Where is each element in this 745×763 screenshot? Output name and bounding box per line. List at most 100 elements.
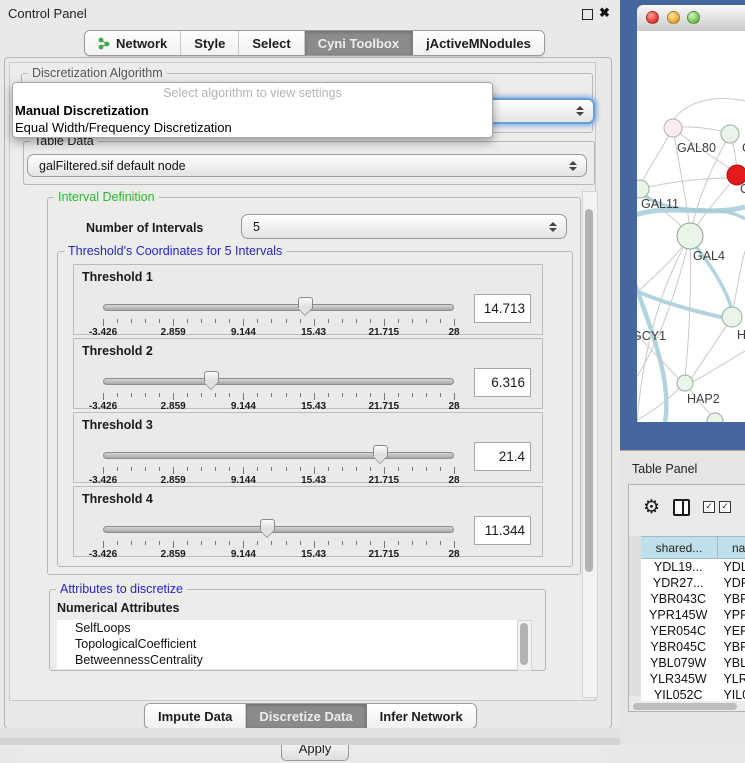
network-node[interactable] (664, 119, 682, 137)
table-row[interactable]: YLR345WYLR3 (641, 671, 745, 687)
cell-name[interactable]: YER0 (715, 623, 745, 639)
tab-discretize-data[interactable]: Discretize Data (246, 704, 366, 728)
network-edge[interactable] (637, 383, 685, 422)
scrollbar-thumb[interactable] (520, 623, 528, 665)
threshold-value-field[interactable]: 11.344 (474, 516, 531, 545)
cell-shared-name[interactable]: YDR27... (641, 575, 715, 591)
threshold-slider[interactable]: -3.4262.8599.14415.4321.71528 (103, 520, 454, 556)
cell-name[interactable]: YBR0 (715, 591, 745, 607)
slider-track[interactable] (103, 526, 454, 533)
slider-tick-label: 2.859 (148, 475, 198, 486)
tab-impute-data[interactable]: Impute Data (145, 704, 246, 728)
list-item[interactable]: TopologicalCoefficient (57, 636, 517, 652)
table-row[interactable]: YER054CYER0 (641, 623, 745, 639)
network-node[interactable] (707, 413, 723, 422)
cell-name[interactable]: YDR2 (715, 575, 745, 591)
cell-name[interactable]: YLR3 (715, 671, 745, 687)
cell-shared-name[interactable]: YER054C (641, 623, 715, 639)
slider-thumb-tip[interactable] (204, 382, 218, 389)
cell-shared-name[interactable]: YBL079W (641, 655, 715, 671)
network-edge[interactable] (673, 99, 745, 121)
network-edge[interactable] (691, 317, 732, 379)
scrollbar-thumb[interactable] (585, 209, 593, 572)
cell-name[interactable]: YDL1 (715, 559, 745, 575)
table-rows[interactable]: YDL19...YDL1YDR27...YDR2YBR043CYBR0YPR14… (641, 559, 745, 701)
network-node[interactable] (677, 223, 703, 249)
threshold-slider[interactable]: -3.4262.8599.14415.4321.71528 (103, 446, 454, 482)
checkbox-icon[interactable]: ✓ (703, 501, 715, 513)
table-horizontal-scrollbar[interactable] (633, 702, 745, 711)
gear-icon[interactable]: ⚙ (643, 498, 660, 517)
table-row[interactable]: YDR27...YDR2 (641, 575, 745, 591)
list-item[interactable]: BetweennessCentrality (57, 652, 517, 668)
attributes-list-scrollbar[interactable] (517, 620, 532, 671)
table-row[interactable]: YBR043CYBR0 (641, 591, 745, 607)
panel-scrollbar[interactable] (582, 191, 598, 698)
table-row[interactable]: YPR145WYPR1 (641, 607, 745, 623)
column-split-icon[interactable] (673, 499, 690, 516)
slider-tick (384, 541, 385, 548)
scrollbar-thumb[interactable] (633, 703, 737, 710)
cell-shared-name[interactable]: YIL052C (641, 687, 715, 701)
slider-tick (300, 319, 301, 323)
numerical-attributes-list[interactable]: SelfLoops TopologicalCoefficient Between… (57, 620, 517, 669)
slider-track[interactable] (103, 378, 454, 385)
float-window-icon[interactable] (582, 9, 593, 20)
threshold-value-field[interactable]: 14.713 (474, 294, 531, 323)
list-item[interactable]: SelfLoops (57, 620, 517, 636)
tab-jactivemnodules[interactable]: jActiveMNodules (413, 31, 544, 55)
number-of-intervals-combobox[interactable]: 5 (241, 214, 567, 239)
table-data-combobox[interactable]: galFiltered.sif default node (27, 154, 587, 177)
slider-tick (103, 467, 104, 474)
cell-shared-name[interactable]: YLR345W (641, 671, 715, 687)
column-header-shared-name[interactable]: shared... (641, 536, 718, 559)
tab-style[interactable]: Style (181, 31, 239, 55)
checkbox-icon[interactable]: ✓ (719, 501, 731, 513)
tab-cyni-toolbox[interactable]: Cyni Toolbox (305, 31, 413, 55)
network-edge[interactable] (679, 127, 726, 132)
threshold-slider[interactable]: -3.4262.8599.14415.4321.71528 (103, 372, 454, 408)
cell-name[interactable]: YIL0 (715, 687, 745, 701)
close-traffic-light-icon[interactable] (646, 11, 659, 24)
threshold-value-field[interactable]: 6.316 (474, 368, 531, 397)
zoom-traffic-light-icon[interactable] (687, 11, 700, 24)
network-node[interactable] (677, 375, 693, 391)
cell-shared-name[interactable]: YDL19... (641, 559, 715, 575)
slider-tick (173, 467, 174, 474)
close-icon[interactable]: ✖ (599, 5, 610, 21)
cell-shared-name[interactable]: YBR045C (641, 639, 715, 655)
network-window-titlebar[interactable] (637, 5, 745, 32)
network-node[interactable] (721, 125, 739, 143)
table-row[interactable]: YDL19...YDL1 (641, 559, 745, 575)
minimize-traffic-light-icon[interactable] (667, 11, 680, 24)
algorithm-dropdown-popup: Select algorithm to view settings Manual… (12, 82, 493, 138)
network-edge[interactable] (637, 289, 730, 319)
slider-thumb-tip[interactable] (260, 530, 274, 537)
table-row[interactable]: YBR045CYBR0 (641, 639, 745, 655)
menu-item-manual-discretization[interactable]: Manual Discretization (15, 103, 149, 118)
slider-thumb-tip[interactable] (298, 308, 312, 315)
column-header-name[interactable]: na (718, 536, 745, 559)
cell-name[interactable]: YPR1 (715, 607, 745, 623)
slider-thumb-tip[interactable] (373, 456, 387, 463)
cell-shared-name[interactable]: YBR043C (641, 591, 715, 607)
table-row[interactable]: YBL079WYBL0 (641, 655, 745, 671)
network-edge[interactable] (640, 178, 733, 189)
slider-tick-label: 15.43 (289, 475, 339, 486)
tab-network[interactable]: Network (85, 31, 181, 55)
cell-name[interactable]: YBL0 (715, 655, 745, 671)
table-row[interactable]: YIL052CYIL0 (641, 687, 745, 701)
menu-item-equal-width-frequency[interactable]: Equal Width/Frequency Discretization (15, 120, 232, 135)
slider-track[interactable] (103, 304, 454, 311)
slider-tick (356, 541, 357, 545)
network-edge[interactable] (692, 351, 745, 382)
threshold-slider[interactable]: -3.4262.8599.14415.4321.71528 (103, 298, 454, 334)
network-node[interactable] (722, 307, 742, 327)
tab-select[interactable]: Select (239, 31, 304, 55)
tab-infer-network[interactable]: Infer Network (367, 704, 476, 728)
cell-name[interactable]: YBR0 (715, 639, 745, 655)
slider-track[interactable] (103, 452, 454, 459)
network-view-canvas[interactable]: GAL80GACGAL11GAL4GCY1HHAP2 (637, 31, 745, 422)
threshold-value-field[interactable]: 21.4 (474, 442, 531, 471)
cell-shared-name[interactable]: YPR145W (641, 607, 715, 623)
